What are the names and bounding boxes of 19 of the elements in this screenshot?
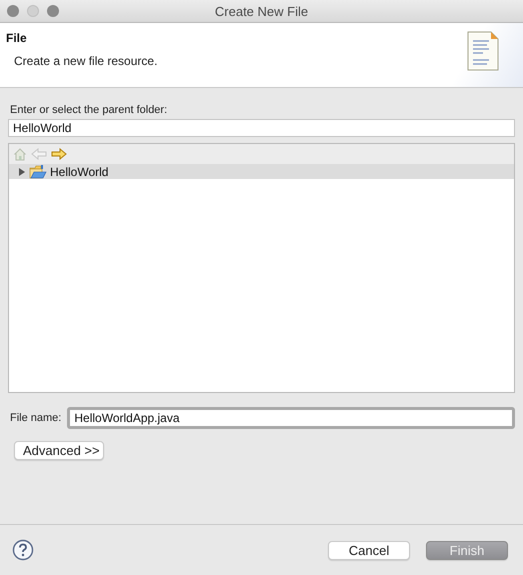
- tree-item-label: HelloWorld: [50, 164, 108, 178]
- folder-icon: [29, 164, 47, 178]
- dialog-button[interactable]: Cancel: [328, 540, 410, 560]
- parent-folder-field[interactable]: HelloWorld: [8, 119, 515, 137]
- forward-arrow-icon[interactable]: [51, 148, 67, 160]
- expand-triangle-icon[interactable]: [17, 166, 27, 176]
- file-name-field[interactable]: HelloWorldApp.java: [67, 407, 515, 429]
- close-icon[interactable]: [7, 5, 19, 17]
- minimize-icon[interactable]: [27, 5, 39, 17]
- window-title: Create New File: [214, 4, 308, 18]
- zoom-icon[interactable]: [47, 5, 59, 17]
- page-description: Create a new file resource.: [14, 54, 158, 68]
- tree-item[interactable]: HelloWorld: [9, 164, 514, 179]
- help-icon[interactable]: [12, 539, 34, 561]
- file-name-label: File name:: [10, 412, 62, 424]
- parent-folder-label: Enter or select the parent folder:: [10, 104, 168, 116]
- document-icon: [467, 31, 499, 71]
- advanced-button[interactable]: Advanced >>: [14, 441, 104, 460]
- page-title: File: [6, 31, 28, 45]
